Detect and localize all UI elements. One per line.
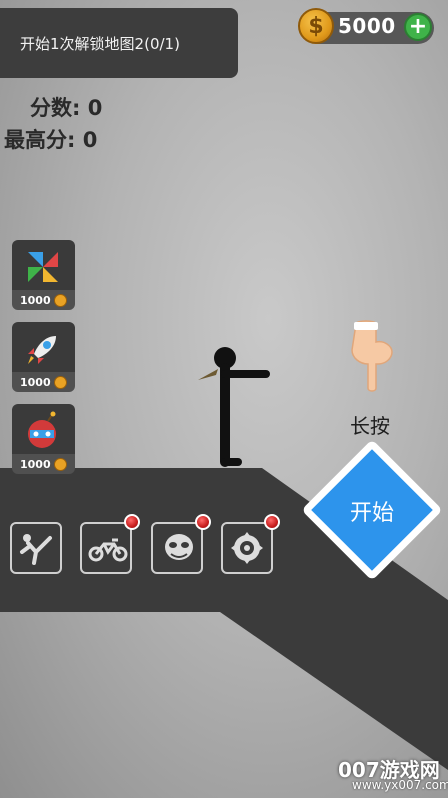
skill-motorcycle-button[interactable] bbox=[80, 522, 132, 574]
pinwheel-icon bbox=[28, 252, 58, 282]
tap-hand-icon bbox=[351, 320, 393, 392]
hold-hint-label: 长按 bbox=[350, 414, 390, 438]
yoga-pose-icon bbox=[20, 534, 52, 565]
coin-symbol: $ bbox=[308, 13, 324, 39]
mask-icon bbox=[165, 534, 193, 560]
score-display: 分数: 0 bbox=[30, 92, 102, 122]
unlock-map-text: 开始1次解锁地图2(0/1) bbox=[20, 34, 180, 53]
skill-saw-button[interactable] bbox=[221, 522, 273, 574]
skill-yoga-button[interactable] bbox=[10, 522, 62, 574]
skill-mask-button[interactable] bbox=[151, 522, 203, 574]
plus-icon: + bbox=[408, 14, 428, 39]
score-value: 0 bbox=[87, 96, 103, 120]
coin-icon bbox=[53, 457, 67, 471]
shop-price: 1000 bbox=[20, 457, 51, 471]
start-button-label[interactable]: 开始 bbox=[322, 495, 422, 527]
lock-indicator-icon bbox=[195, 514, 211, 530]
score-label: 分数: bbox=[30, 96, 81, 120]
stickman bbox=[198, 347, 270, 467]
coin-icon: $ bbox=[298, 8, 334, 44]
bomb-icon bbox=[28, 411, 56, 448]
motorcycle-icon bbox=[88, 538, 128, 562]
lock-indicator-icon bbox=[124, 514, 140, 530]
watermark-url: www.yx007.com bbox=[352, 778, 448, 792]
shop-item-bomb[interactable]: 1000 bbox=[12, 404, 75, 474]
best-score-label: 最高分: bbox=[4, 128, 76, 152]
coin-count: 5000 bbox=[338, 14, 396, 38]
lock-indicator-icon bbox=[264, 514, 280, 530]
unlock-map-banner: 开始1次解锁地图2(0/1) bbox=[0, 8, 238, 78]
add-coins-button[interactable]: + bbox=[404, 13, 432, 41]
shop-item-pinwheel[interactable]: 1000 bbox=[12, 240, 75, 310]
coin-icon bbox=[53, 293, 67, 307]
best-score-value: 0 bbox=[82, 128, 98, 152]
shop-item-rocket[interactable]: 1000 bbox=[12, 322, 75, 392]
shop-price: 1000 bbox=[20, 293, 51, 307]
rocket-icon bbox=[28, 336, 56, 364]
best-score-display: 最高分: 0 bbox=[4, 124, 97, 154]
coin-icon bbox=[53, 375, 67, 389]
shop-price: 1000 bbox=[20, 375, 51, 389]
saw-blade-icon bbox=[231, 532, 263, 564]
